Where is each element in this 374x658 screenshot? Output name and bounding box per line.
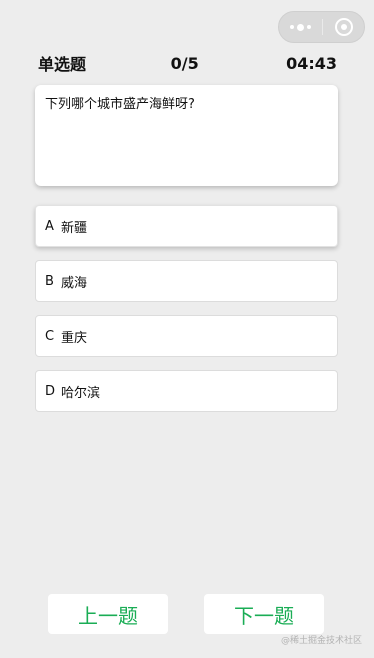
option-c[interactable]: C 重庆: [35, 315, 338, 357]
option-text: 重庆: [61, 330, 88, 346]
watermark-text: @稀土掘金技术社区: [280, 636, 362, 646]
option-letter: A: [45, 218, 54, 234]
option-d[interactable]: D 哈尔滨: [35, 370, 338, 412]
next-question-button[interactable]: 下一题: [204, 594, 324, 634]
option-letter: B: [45, 273, 54, 289]
option-letter: D: [45, 383, 56, 399]
quiz-header: 单选题 0/5 04:43: [38, 52, 337, 75]
question-progress: 0/5: [170, 53, 199, 73]
question-card: 下列哪个城市盛产海鲜呀?: [35, 85, 338, 186]
close-circle-icon[interactable]: [323, 12, 364, 42]
countdown-timer: 04:43: [286, 53, 337, 73]
question-text: 下列哪个城市盛产海鲜呀?: [45, 97, 195, 112]
question-type-label: 单选题: [38, 55, 87, 74]
option-text: 哈尔滨: [61, 385, 101, 401]
option-text: 威海: [61, 275, 88, 291]
option-letter: C: [45, 328, 55, 344]
miniprogram-capsule: [278, 11, 365, 43]
more-dots-icon[interactable]: [279, 12, 322, 42]
option-a[interactable]: A 新疆: [35, 205, 338, 247]
option-b[interactable]: B 威海: [35, 260, 338, 302]
option-text: 新疆: [61, 220, 88, 236]
quiz-page: 单选题 0/5 04:43 下列哪个城市盛产海鲜呀? A 新疆 B 威海 C 重…: [0, 0, 374, 658]
previous-question-button[interactable]: 上一题: [48, 594, 168, 634]
